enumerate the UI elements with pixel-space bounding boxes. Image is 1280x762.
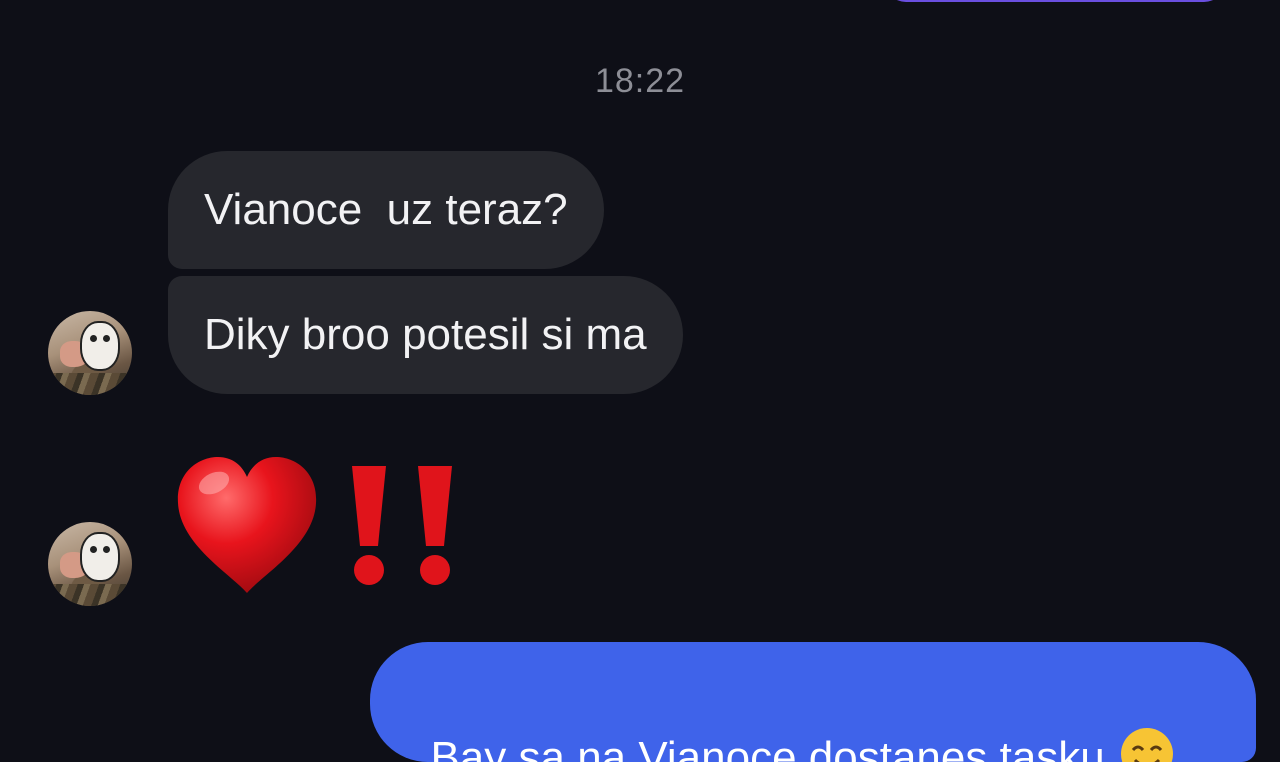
incoming-message-bubble[interactable]: Vianoce uz teraz? bbox=[168, 151, 604, 269]
message-text: Diky broo potesil si ma bbox=[204, 310, 647, 359]
sender-avatar[interactable] bbox=[48, 311, 132, 395]
sender-avatar[interactable] bbox=[48, 522, 132, 606]
previous-outgoing-bubble[interactable] bbox=[885, 0, 1225, 2]
avatar-face bbox=[80, 321, 120, 371]
red-heart-icon bbox=[177, 456, 317, 593]
double-exclamation-icon bbox=[352, 466, 452, 585]
avatar-face bbox=[80, 532, 120, 582]
avatar-fabric bbox=[48, 584, 132, 606]
avatar-fabric bbox=[48, 373, 132, 395]
message-text: Vianoce uz teraz? bbox=[204, 185, 568, 234]
message-text: Bay sa na Vianoce dostanes tasku bbox=[430, 733, 1105, 762]
incoming-message-bubble[interactable]: Diky broo potesil si ma bbox=[168, 276, 683, 394]
message-timestamp: 18:22 bbox=[594, 62, 686, 100]
outgoing-message-bubble[interactable]: Bay sa na Vianoce dostanes tasku bbox=[370, 642, 1256, 762]
emoji-message[interactable] bbox=[172, 450, 462, 600]
smiling-face-icon bbox=[1119, 726, 1175, 762]
